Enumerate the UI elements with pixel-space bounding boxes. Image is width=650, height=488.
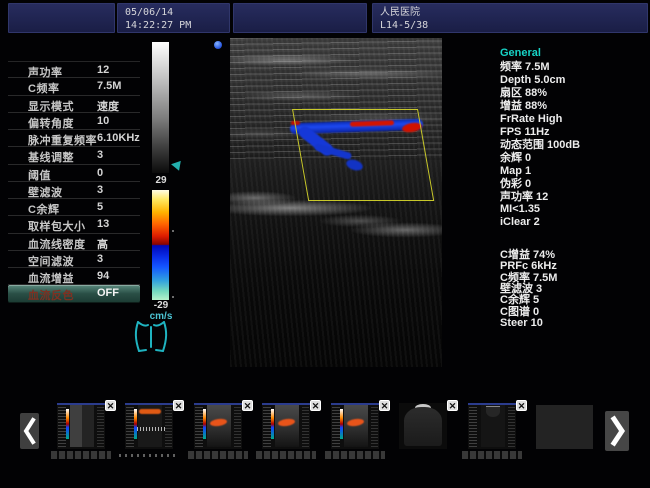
mini-filmstrip bbox=[119, 454, 179, 457]
baseline-marker-icon bbox=[170, 159, 181, 170]
info-line-power: 声功率 12 bbox=[500, 191, 648, 204]
mini-filmstrip bbox=[325, 451, 385, 459]
chevron-right-icon bbox=[609, 414, 626, 448]
thumbnail-4[interactable]: ✕ bbox=[262, 403, 310, 449]
param-row-line-density[interactable]: 血流线密度高 bbox=[8, 234, 140, 251]
bar-tick-dot bbox=[172, 296, 174, 298]
topbar-empty-box-1 bbox=[8, 3, 115, 33]
thumbnail-1[interactable]: ✕ bbox=[57, 403, 105, 449]
param-row-threshold[interactable]: 阈值0 bbox=[8, 165, 140, 182]
param-row-spatial-filter[interactable]: 空间滤波3 bbox=[8, 251, 140, 268]
topbar-empty-box-2 bbox=[233, 3, 367, 33]
chevron-left-icon bbox=[22, 416, 37, 446]
info-line-mi: MI<1.35 bbox=[500, 203, 648, 216]
general-header: General bbox=[500, 47, 648, 60]
info-line-iclear: iClear 2 bbox=[500, 216, 648, 229]
mini-filmstrip bbox=[51, 451, 111, 459]
datetime-box: 05/06/14 14:22:27 PM bbox=[117, 3, 230, 33]
info-line-prfc: PRFc 6kHz bbox=[500, 261, 648, 272]
next-thumbnails-button[interactable] bbox=[605, 411, 629, 451]
info-line-dynamic-range: 动态范围 100dB bbox=[500, 139, 648, 152]
thumbnail-7[interactable]: ✕ bbox=[468, 403, 516, 449]
info-line-depth: Depth 5.0cm bbox=[500, 74, 648, 87]
close-icon[interactable]: ✕ bbox=[447, 400, 458, 411]
thumbnail-2[interactable]: ✕ bbox=[125, 403, 173, 449]
info-line-sector: 扇区 88% bbox=[500, 87, 648, 100]
probe-model: L14-5/38 bbox=[373, 19, 647, 32]
info-panel: General 频率 7.5M Depth 5.0cm 扇区 88% 增益 88… bbox=[500, 47, 648, 229]
hospital-box: 人民医院 L14-5/38 bbox=[372, 3, 648, 33]
date-text: 05/06/14 bbox=[118, 4, 229, 19]
param-row-wall-filter[interactable]: 壁滤波3 bbox=[8, 182, 140, 199]
thumbnail-5[interactable]: ✕ bbox=[331, 403, 379, 449]
bar-tick-dot bbox=[172, 230, 174, 232]
info-line-gain: 增益 88% bbox=[500, 100, 648, 113]
color-roi-box[interactable] bbox=[292, 109, 434, 201]
param-row-flow-invert-selected[interactable]: 血流反色OFF bbox=[8, 285, 140, 302]
param-row-c-persistence[interactable]: C余辉5 bbox=[8, 199, 140, 216]
close-icon[interactable]: ✕ bbox=[105, 400, 116, 411]
parameter-panel: 声功率12 C频率7.5M 显示模式速度 偏转角度10 脉冲重复频率6.10KH… bbox=[8, 61, 140, 303]
info-line-fps: FPS 11Hz bbox=[500, 126, 648, 139]
param-row-baseline[interactable]: 基线调整3 bbox=[8, 147, 140, 164]
prev-thumbnails-button[interactable] bbox=[20, 413, 39, 449]
grayscale-bar bbox=[152, 42, 169, 173]
velocity-max-label: 29 bbox=[144, 175, 178, 186]
param-row-flow-gain[interactable]: 血流增益94 bbox=[8, 268, 140, 285]
ultrasound-screen: 05/06/14 14:22:27 PM 人民医院 L14-5/38 声功率12… bbox=[0, 0, 650, 488]
velocity-min-label: -29 bbox=[144, 300, 178, 311]
param-row-packet-size[interactable]: 取样包大小13 bbox=[8, 216, 140, 233]
speckle-grain bbox=[230, 38, 442, 367]
hospital-name: 人民医院 bbox=[373, 4, 647, 19]
mini-filmstrip bbox=[256, 451, 316, 459]
focus-marker-icon bbox=[214, 41, 222, 49]
param-row-acoustic-power[interactable]: 声功率12 bbox=[8, 61, 140, 78]
close-icon[interactable]: ✕ bbox=[242, 400, 253, 411]
ultrasound-image[interactable] bbox=[230, 38, 442, 367]
info-line-chroma: 伪彩 0 bbox=[500, 178, 648, 191]
thumbnail-3[interactable]: ✕ bbox=[194, 403, 242, 449]
color-info-panel: C增益 74% PRFc 6kHz C频率 7.5M 壁滤波 3 C余辉 5 C… bbox=[500, 250, 648, 329]
mini-filmstrip bbox=[462, 451, 522, 459]
info-line-map: Map 1 bbox=[500, 165, 648, 178]
close-icon[interactable]: ✕ bbox=[379, 400, 390, 411]
info-line-frequency: 频率 7.5M bbox=[500, 61, 648, 74]
time-text: 14:22:27 PM bbox=[118, 19, 229, 32]
close-icon[interactable]: ✕ bbox=[516, 400, 527, 411]
mini-filmstrip bbox=[188, 451, 248, 459]
param-row-c-frequency[interactable]: C频率7.5M bbox=[8, 78, 140, 95]
color-doppler-bar bbox=[152, 190, 169, 300]
info-line-frrate: FrRate High bbox=[500, 113, 648, 126]
body-marker-icon bbox=[132, 319, 170, 355]
thumbnail-8[interactable] bbox=[536, 405, 593, 449]
param-row-steer-angle[interactable]: 偏转角度10 bbox=[8, 113, 140, 130]
param-row-prf[interactable]: 脉冲重复频率6.10KHz bbox=[8, 130, 140, 147]
param-row-display-mode[interactable]: 显示模式速度 bbox=[8, 96, 140, 113]
close-icon[interactable]: ✕ bbox=[310, 400, 321, 411]
info-line-persistence: 余辉 0 bbox=[500, 152, 648, 165]
thumbnail-6[interactable]: ✕ bbox=[399, 403, 447, 449]
info-line-steer: Steer 10 bbox=[500, 318, 648, 329]
close-icon[interactable]: ✕ bbox=[173, 400, 184, 411]
